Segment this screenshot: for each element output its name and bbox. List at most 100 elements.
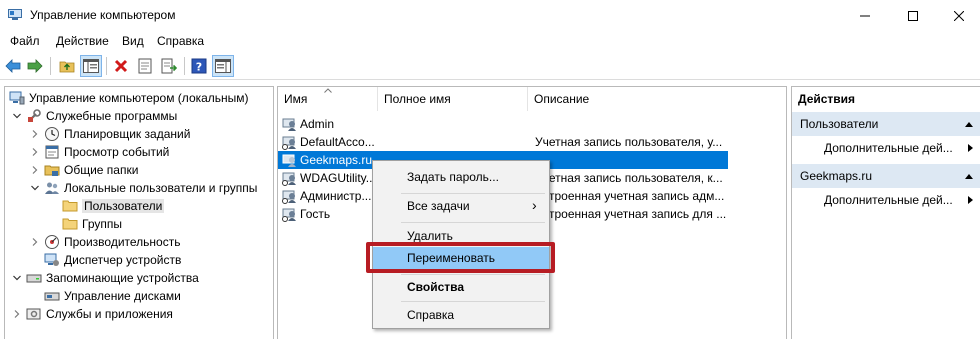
tree-item-label: Локальные пользователи и группы [64,181,258,195]
chevron-right-icon[interactable] [11,308,23,320]
chevron-right-icon[interactable] [29,236,41,248]
column-header-description[interactable]: Описание [528,87,786,111]
menu-help[interactable]: Справка [157,34,204,48]
tree-item-label: Диспетчер устройств [64,253,182,267]
show-hide-tree-icon[interactable] [80,55,102,77]
menu-separator [401,193,545,194]
tree-item-users[interactable]: Пользователи [62,197,165,215]
tree-item-services-apps[interactable]: Службы и приложения [11,305,173,323]
submenu-arrow-icon [968,196,973,204]
window-title: Управление компьютером [30,8,176,22]
context-all-tasks[interactable]: Все задачи › [373,195,549,217]
table-row[interactable]: Admin [278,115,786,133]
shared-folder-icon [44,162,60,178]
action-more-actions-users[interactable]: Дополнительные дей... [792,138,980,158]
menu-separator [401,222,545,223]
table-row[interactable]: DefaultAcco... Учетная запись пользовате… [278,133,786,151]
computer-management-app-icon [8,9,22,21]
menu-view[interactable]: Вид [122,34,144,48]
tree-item-computer-management[interactable]: Управление компьютером (локальным) [9,89,249,107]
console-tree[interactable]: Управление компьютером (локальным) Служе… [4,86,274,339]
chevron-right-icon[interactable] [29,146,41,158]
action-more-actions-geekmaps[interactable]: Дополнительные дей... [792,190,980,210]
performance-icon [44,234,60,250]
toolbar-separator [50,57,51,75]
toolbar-separator [106,57,107,75]
chevron-right-icon[interactable] [29,128,41,140]
toolbar-separator [184,57,185,75]
tree-item-device-manager[interactable]: Диспетчер устройств [44,251,181,269]
delete-icon[interactable] [110,55,132,77]
tree-item-performance[interactable]: Производительность [29,233,180,251]
actions-header: Действия [798,92,856,106]
tree-item-label: Пользователи [82,199,165,213]
help-icon[interactable]: ? [188,55,210,77]
action-group-users[interactable]: Пользователи [792,112,980,136]
tree-item-label: Общие папки [64,163,139,177]
tree-item-event-viewer[interactable]: Просмотр событий [29,143,169,161]
title-bar: Управление компьютером [0,0,980,31]
device-manager-icon [44,252,60,268]
chevron-down-icon[interactable] [11,272,23,284]
up-folder-icon[interactable] [56,55,78,77]
folder-icon [62,216,78,232]
tree-item-disk-management[interactable]: Управление дисками [44,287,181,305]
chevron-down-icon[interactable] [29,182,41,194]
tree-item-label: Службы и приложения [46,307,173,321]
actions-pane: Действия Пользователи Дополнительные дей… [791,86,980,339]
maximize-button[interactable] [890,0,936,31]
context-set-password[interactable]: Задать пароль... [373,166,549,188]
forward-arrow-icon[interactable] [24,55,46,77]
column-header-fullname[interactable]: Полное имя [378,87,528,111]
minimize-button[interactable] [842,0,888,31]
action-group-geekmaps[interactable]: Geekmaps.ru [792,164,980,188]
submenu-arrow-icon [968,144,973,152]
menu-separator [401,274,545,275]
tree-item-label: Управление дисками [64,289,181,303]
collapse-up-icon[interactable] [965,174,973,179]
tree-item-label: Планировщик заданий [64,127,191,141]
menu-bar: Файл Действие Вид Справка [0,31,980,52]
menu-separator [401,301,545,302]
services-icon [26,306,42,322]
tree-item-label: Служебные программы [46,109,178,123]
tree-item-label: Группы [82,217,122,231]
tree-item-label: Производительность [64,235,181,249]
chevron-down-icon[interactable] [11,110,23,122]
user-icon [282,206,298,225]
menu-file[interactable]: Файл [10,34,40,48]
column-header-name[interactable]: Имя [278,87,378,111]
export-list-icon[interactable] [158,55,180,77]
event-viewer-icon [44,144,60,160]
tree-item-label: Просмотр событий [64,145,170,159]
context-help[interactable]: Справка [373,304,549,326]
back-arrow-icon[interactable] [2,55,24,77]
tree-item-task-scheduler[interactable]: Планировщик заданий [29,125,190,143]
menu-action[interactable]: Действие [56,34,109,48]
svg-text:?: ? [196,61,202,74]
close-button[interactable] [936,0,980,31]
tools-icon [26,108,42,124]
tree-item-groups[interactable]: Группы [62,215,122,233]
folder-icon [62,198,78,214]
disk-management-icon [44,288,60,304]
computer-management-icon [9,90,25,106]
chevron-right-icon[interactable] [29,164,41,176]
tree-item-local-users-groups[interactable]: Локальные пользователи и группы [29,179,257,197]
storage-icon [26,270,42,286]
tree-item-shared-folders[interactable]: Общие папки [29,161,138,179]
clock-icon [44,126,60,142]
show-hide-action-pane-icon[interactable] [212,55,234,77]
toolbar: ? [0,52,980,80]
context-properties[interactable]: Свойства [373,276,549,298]
properties-icon[interactable] [134,55,156,77]
submenu-chevron-icon: › [532,197,537,213]
collapse-up-icon[interactable] [965,122,973,127]
tree-item-storage[interactable]: Запоминающие устройства [11,269,199,287]
users-groups-icon [44,180,60,196]
tree-item-system-tools[interactable]: Служебные программы [11,107,177,125]
tree-item-label: Запоминающие устройства [46,271,199,285]
sort-ascending-icon [324,88,332,93]
highlight-annotation-frame [366,242,555,273]
tree-item-label: Управление компьютером (локальным) [29,91,249,105]
